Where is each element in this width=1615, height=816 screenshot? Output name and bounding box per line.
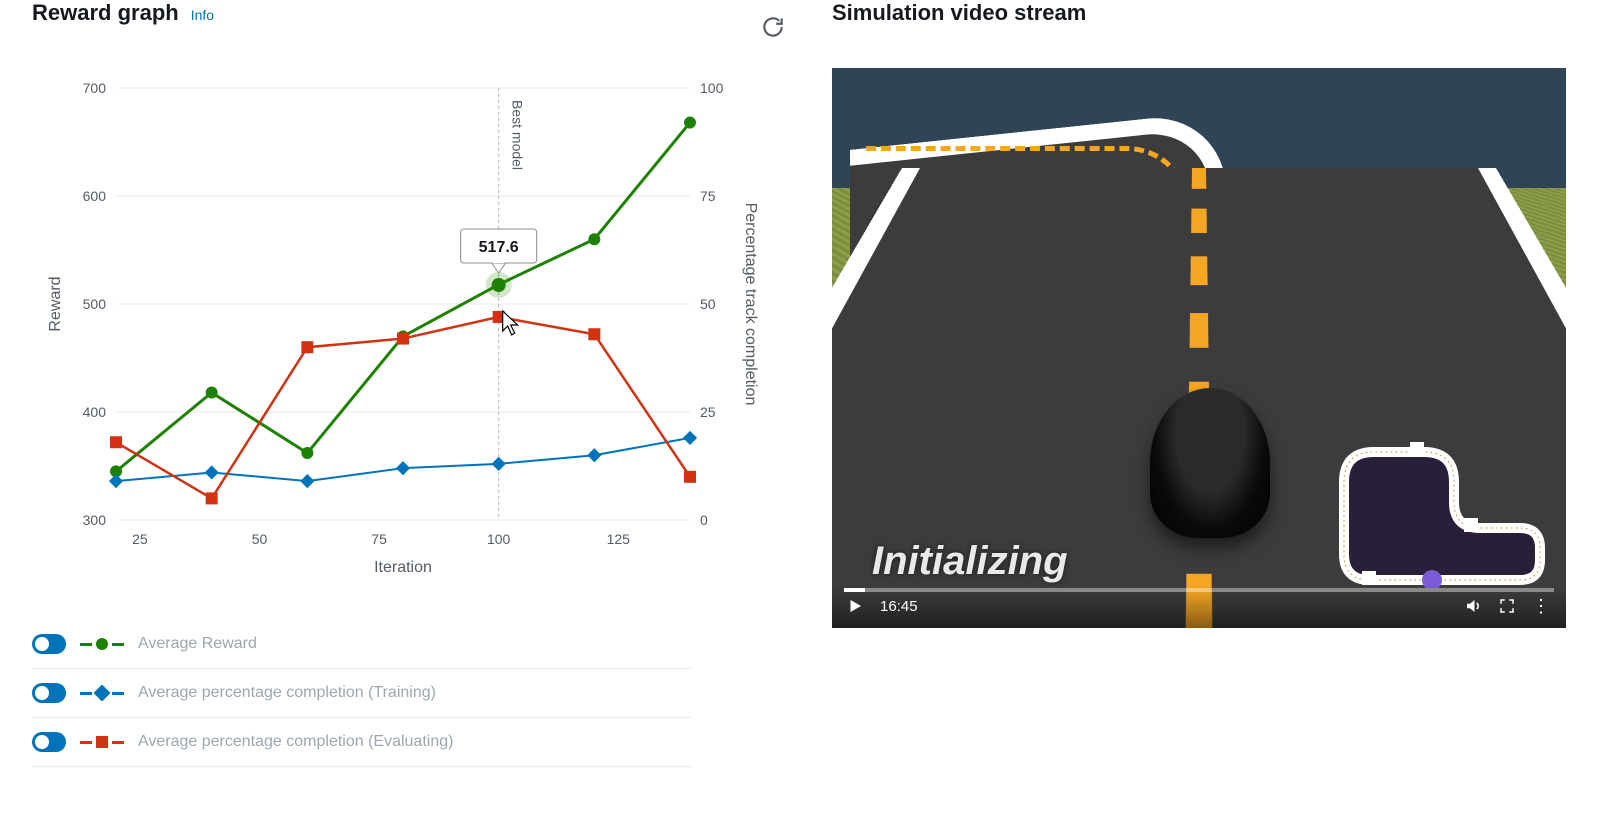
svg-text:500: 500 bbox=[83, 296, 107, 312]
svg-text:Best model: Best model bbox=[510, 100, 526, 170]
video-more-button[interactable]: ⋮ bbox=[1532, 596, 1552, 617]
svg-text:Reward: Reward bbox=[47, 276, 64, 331]
svg-text:517.6: 517.6 bbox=[479, 239, 519, 256]
video-progress-bar[interactable] bbox=[844, 588, 1554, 592]
video-overlay-text: Initializing bbox=[872, 539, 1068, 584]
reward-chart[interactable]: 300 400 500 600 700 0 25 50 75 100 25 50 75 100 125 Rew… bbox=[32, 64, 762, 584]
svg-text:50: 50 bbox=[252, 531, 268, 547]
svg-text:Percentage track completion: Percentage track completion bbox=[742, 203, 759, 406]
svg-text:0: 0 bbox=[700, 512, 708, 528]
svg-text:Iteration: Iteration bbox=[374, 559, 432, 576]
legend-label-training: Average percentage completion (Training) bbox=[138, 684, 436, 702]
svg-text:600: 600 bbox=[83, 188, 107, 204]
svg-text:75: 75 bbox=[700, 188, 716, 204]
minimap bbox=[1314, 432, 1550, 588]
volume-button[interactable] bbox=[1464, 597, 1482, 615]
legend-toggle-reward[interactable] bbox=[32, 634, 66, 654]
legend-row-training: Average percentage completion (Training) bbox=[32, 669, 692, 718]
video-timestamp: 16:45 bbox=[880, 598, 918, 615]
legend-toggle-training[interactable] bbox=[32, 683, 66, 703]
info-link[interactable]: Info bbox=[191, 7, 214, 23]
legend-row-reward: Average Reward bbox=[32, 620, 692, 669]
video-title: Simulation video stream bbox=[832, 0, 1086, 26]
legend-marker-evaluate bbox=[80, 730, 124, 754]
svg-text:75: 75 bbox=[371, 531, 387, 547]
svg-text:50: 50 bbox=[700, 296, 716, 312]
legend-label-reward: Average Reward bbox=[138, 635, 257, 653]
svg-text:100: 100 bbox=[487, 531, 511, 547]
svg-text:25: 25 bbox=[700, 404, 716, 420]
refresh-button[interactable] bbox=[760, 14, 786, 40]
svg-text:100: 100 bbox=[700, 80, 724, 96]
svg-text:400: 400 bbox=[83, 404, 107, 420]
legend: Average Reward Average percentage comple… bbox=[32, 620, 692, 767]
play-button[interactable] bbox=[846, 597, 864, 615]
simulation-video[interactable]: Initializing 16:45 bbox=[832, 68, 1566, 628]
legend-toggle-evaluate[interactable] bbox=[32, 732, 66, 752]
refresh-icon bbox=[760, 14, 786, 40]
svg-text:25: 25 bbox=[132, 531, 148, 547]
svg-text:700: 700 bbox=[83, 80, 107, 96]
legend-marker-reward bbox=[80, 632, 124, 656]
fullscreen-button[interactable] bbox=[1498, 597, 1516, 615]
legend-label-evaluate: Average percentage completion (Evaluatin… bbox=[138, 733, 453, 751]
legend-marker-training bbox=[80, 681, 124, 705]
legend-row-evaluate: Average percentage completion (Evaluatin… bbox=[32, 718, 692, 767]
svg-text:125: 125 bbox=[607, 531, 631, 547]
video-controls: 16:45 ⋮ bbox=[832, 588, 1566, 628]
video-car bbox=[1150, 388, 1270, 538]
reward-graph-title: Reward graph bbox=[32, 0, 179, 26]
svg-text:300: 300 bbox=[83, 512, 107, 528]
